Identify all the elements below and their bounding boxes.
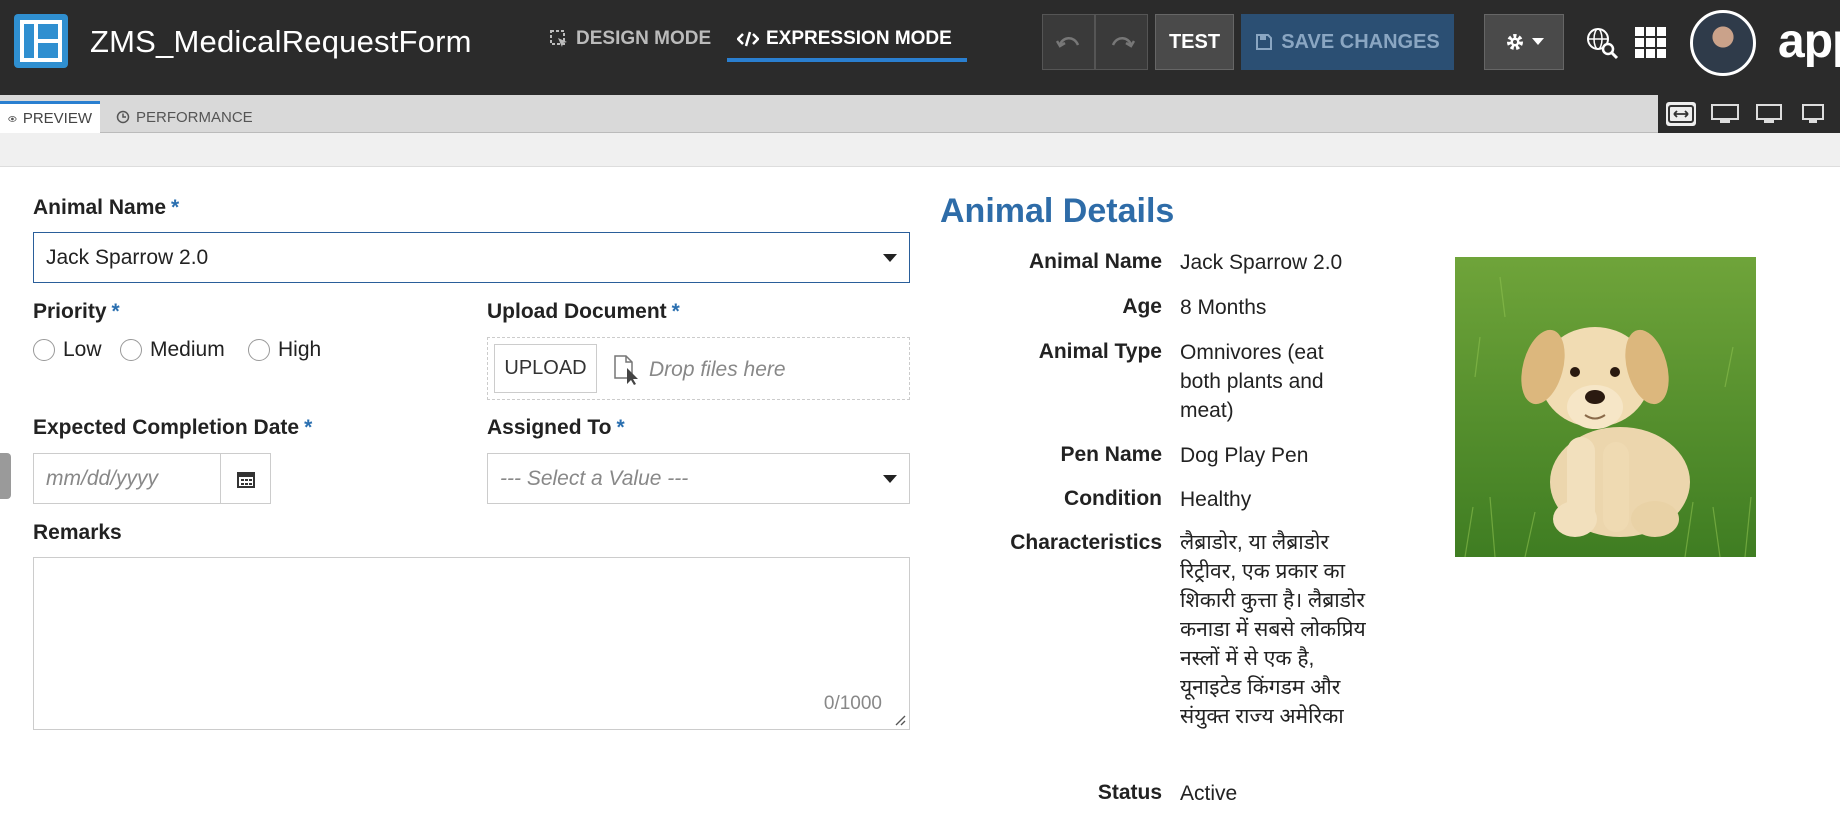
required-marker: *: [616, 416, 625, 439]
test-button[interactable]: TEST: [1155, 14, 1234, 70]
top-bar: ZMS_MedicalRequestForm DESIGN MODE EXPRE…: [0, 0, 1840, 95]
animal-name-label-text: Animal Name: [33, 196, 167, 219]
detail-label-animal-name: Animal Name: [1028, 250, 1162, 273]
completion-date-input[interactable]: mm/dd/yyyy: [33, 453, 221, 504]
clock-icon: [116, 110, 130, 124]
required-marker: *: [671, 300, 680, 323]
tab-preview[interactable]: PREVIEW: [0, 101, 100, 133]
remarks-label: Remarks: [33, 521, 122, 544]
redo-button[interactable]: [1095, 14, 1148, 70]
expression-mode-label: EXPRESSION MODE: [766, 28, 952, 49]
desktop-icon[interactable]: [1754, 102, 1784, 126]
date-placeholder: mm/dd/yyyy: [46, 466, 159, 490]
animal-name-label: Animal Name *: [33, 196, 179, 220]
assigned-placeholder: --- Select a Value ---: [500, 466, 689, 490]
radio-label-low: Low: [63, 338, 102, 361]
animal-details-title: Animal Details: [940, 192, 1175, 230]
radio-label-medium: Medium: [150, 338, 225, 361]
detail-label-pen-name: Pen Name: [1060, 443, 1162, 466]
detail-value-animal-name: Jack Sparrow 2.0: [1180, 251, 1343, 274]
code-icon: [737, 31, 759, 47]
required-marker: *: [171, 196, 180, 219]
priority-radio-high[interactable]: High: [248, 338, 321, 362]
save-changes-button[interactable]: SAVE CHANGES: [1241, 14, 1454, 70]
fit-width-icon[interactable]: [1666, 102, 1696, 126]
calendar-icon: [236, 471, 255, 488]
tab-preview-label: PREVIEW: [22, 110, 92, 127]
detail-value-animal-type: Omnivores (eat both plants and meat): [1180, 341, 1324, 422]
design-mode-label: DESIGN MODE: [576, 28, 712, 49]
calendar-button[interactable]: [220, 453, 271, 504]
caret-down-icon: [883, 474, 897, 483]
radio-circle[interactable]: [248, 339, 270, 361]
completion-date-label: Expected Completion Date *: [33, 416, 312, 440]
animal-name-value: Jack Sparrow 2.0: [46, 245, 209, 269]
app-title: ZMS_MedicalRequestForm: [90, 24, 472, 59]
resize-handle-icon[interactable]: [894, 714, 906, 726]
undo-button[interactable]: [1042, 14, 1095, 70]
upload-button[interactable]: UPLOAD: [494, 344, 597, 393]
priority-radio-low[interactable]: Low: [33, 338, 102, 362]
file-drop-zone[interactable]: UPLOAD Drop files here: [487, 337, 910, 400]
settings-dropdown-button[interactable]: [1484, 14, 1564, 70]
remarks-textarea[interactable]: 0/1000: [33, 557, 910, 730]
detail-label-characteristics: Characteristics: [1010, 531, 1162, 554]
priority-label-text: Priority: [33, 300, 107, 323]
app-grid-icon[interactable]: [1634, 26, 1668, 65]
detail-value-status: Active: [1180, 782, 1238, 805]
priority-radio-medium[interactable]: Medium: [120, 338, 225, 362]
detail-value-characteristics: लैब्राडोर, या लैब्राडोर रिट्रीवर, एक प्र…: [1180, 531, 1366, 728]
detail-label-status: Status: [1097, 781, 1162, 804]
tab-performance[interactable]: PERFORMANCE: [108, 101, 261, 133]
required-marker: *: [111, 300, 120, 323]
file-upload-icon: [614, 355, 638, 385]
app-logo-icon[interactable]: [14, 14, 68, 68]
upload-document-label: Upload Document *: [487, 300, 680, 324]
floppy-disk-icon: [1256, 34, 1273, 50]
redo-icon: [1111, 37, 1135, 48]
caret-down-icon: [883, 253, 897, 262]
character-counter: 0/1000: [823, 693, 882, 714]
undo-icon: [1055, 37, 1079, 48]
brand-logo: app: [1778, 15, 1840, 68]
design-cursor-icon: [550, 30, 567, 47]
detail-label-animal-type: Animal Type: [1038, 340, 1162, 363]
radio-label-high: High: [278, 338, 322, 361]
user-avatar[interactable]: [1690, 10, 1756, 76]
drop-files-text: Drop files here: [649, 358, 786, 381]
assigned-to-dropdown[interactable]: --- Select a Value ---: [487, 453, 910, 504]
detail-label-condition: Condition: [1064, 487, 1162, 510]
preview-toolbar: [0, 133, 1840, 167]
detail-label-age: Age: [1122, 295, 1162, 318]
detail-value-age: 8 Months: [1180, 296, 1267, 319]
design-mode-tab[interactable]: DESIGN MODE: [549, 28, 711, 50]
drop-files-hint: Drop files here: [613, 354, 786, 386]
detail-value-pen-name: Dog Play Pen: [1180, 444, 1309, 467]
assigned-label-text: Assigned To: [487, 416, 612, 439]
date-label-text: Expected Completion Date: [33, 416, 300, 439]
detail-value-condition: Healthy: [1180, 488, 1252, 511]
globe-search-icon[interactable]: [1585, 26, 1619, 65]
eye-icon: [8, 115, 17, 122]
upload-label-text: Upload Document: [487, 300, 667, 323]
device-preview-bar: [1658, 95, 1840, 133]
active-mode-indicator: [727, 58, 967, 62]
animal-name-dropdown[interactable]: Jack Sparrow 2.0: [33, 232, 910, 283]
desktop-large-icon[interactable]: [1710, 102, 1740, 126]
expression-mode-tab[interactable]: EXPRESSION MODE: [737, 28, 952, 50]
radio-circle[interactable]: [33, 339, 55, 361]
tab-performance-label: PERFORMANCE: [136, 108, 253, 126]
assigned-to-label: Assigned To *: [487, 416, 625, 440]
save-changes-label: SAVE CHANGES: [1281, 30, 1440, 53]
preview-tab-bar: PREVIEW PERFORMANCE: [0, 95, 1840, 133]
radio-circle[interactable]: [120, 339, 142, 361]
gear-icon: [1507, 34, 1523, 50]
priority-label: Priority *: [33, 300, 120, 324]
animal-photo: [1455, 257, 1756, 557]
side-panel-handle[interactable]: [0, 453, 11, 499]
required-marker: *: [304, 416, 313, 439]
tablet-icon[interactable]: [1798, 102, 1828, 126]
chevron-down-icon: [1532, 38, 1544, 45]
